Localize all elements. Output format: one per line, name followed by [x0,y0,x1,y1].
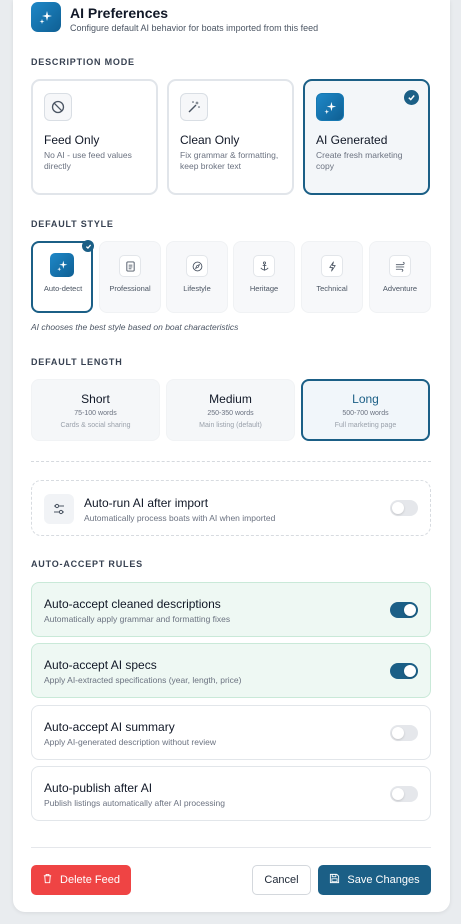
style-hint: AI chooses the best style based on boat … [31,322,239,332]
page-title: AI Preferences [70,5,169,21]
default-style-label: DEFAULT STYLE [31,219,114,229]
ai-preferences-panel: AI Preferences Configure default AI beha… [13,0,450,912]
document-icon [119,255,141,277]
cancel-label: Cancel [264,874,299,886]
footer-divider [31,847,431,848]
style-name: Professional [109,284,151,293]
page-subtitle: Configure default AI behavior for boats … [70,23,319,33]
delete-feed-button[interactable]: Delete Feed [31,865,131,895]
mode-desc: Fix grammar & formatting, keep broker te… [180,150,279,171]
auto-run-toggle[interactable] [390,500,418,516]
rule-title: Auto-accept AI summary [44,720,175,734]
mode-card-feed-only[interactable]: Feed Only No AI - use feed values direct… [31,79,158,195]
style-name: Lifestyle [183,284,211,293]
style-name: Adventure [382,284,418,293]
length-words: 250-350 words [207,410,254,417]
auto-run-row: Auto-run AI after import Automatically p… [31,480,431,536]
panel-header: AI Preferences Configure default AI beha… [31,2,441,34]
sparkles-icon [50,253,74,277]
length-words: 500-700 words [342,410,389,417]
delete-feed-label: Delete Feed [60,874,120,886]
mode-desc: Create fresh marketing copy [316,150,403,171]
rule-auto-accept-specs: Auto-accept AI specs Apply AI-extracted … [31,643,431,698]
style-tile-auto-detect[interactable]: Auto-detect [31,240,94,313]
rule-desc: Automatically apply grammar and formatti… [44,614,231,624]
mode-title: Clean Only [180,133,240,147]
length-desc: Main listing (default) [199,422,262,429]
save-icon [329,873,340,887]
rule-toggle[interactable] [390,786,418,802]
compass-icon [186,255,208,277]
length-title: Short [81,392,110,406]
section-divider [31,461,431,462]
style-tile-technical[interactable]: Technical [301,241,363,313]
magic-wand-icon [180,93,208,121]
rule-desc: Apply AI-extracted specifications (year,… [44,675,242,685]
save-changes-button[interactable]: Save Changes [318,865,431,895]
toggle-knob [404,604,416,616]
length-words: 75-100 words [74,410,117,417]
sparkles-icon [31,2,61,32]
sliders-icon [44,494,74,524]
check-icon [404,90,419,105]
auto-run-title: Auto-run AI after import [84,496,209,510]
length-desc: Full marketing page [334,422,397,429]
sparkles-icon [316,93,344,121]
length-card-short[interactable]: Short 75-100 words Cards & social sharin… [31,379,160,441]
toggle-knob [392,502,404,514]
toggle-knob [392,727,404,739]
mode-title: AI Generated [316,133,388,147]
length-title: Medium [209,392,252,406]
rule-auto-publish: Auto-publish after AI Publish listings a… [31,766,431,821]
length-title: Long [352,392,379,406]
wind-icon [389,255,411,277]
rule-title: Auto-accept AI specs [44,658,157,672]
mode-desc: No AI - use feed values directly [44,150,132,171]
rule-auto-accept-summary: Auto-accept AI summary Apply AI-generate… [31,705,431,760]
rule-title: Auto-publish after AI [44,781,153,795]
length-card-long[interactable]: Long 500-700 words Full marketing page [301,379,430,441]
rule-toggle[interactable] [390,663,418,679]
save-changes-label: Save Changes [347,874,420,886]
style-tile-lifestyle[interactable]: Lifestyle [166,241,228,313]
style-name: Auto-detect [43,284,83,293]
style-tile-adventure[interactable]: Adventure [369,241,431,313]
rule-auto-accept-cleaned: Auto-accept cleaned descriptions Automat… [31,582,431,637]
toggle-knob [404,665,416,677]
mode-title: Feed Only [44,133,100,147]
rule-toggle[interactable] [390,725,418,741]
trash-icon [42,873,53,887]
length-desc: Cards & social sharing [60,422,131,429]
rule-desc: Apply AI-generated description without r… [44,737,216,747]
style-tile-professional[interactable]: Professional [99,241,161,313]
mode-card-ai-generated[interactable]: AI Generated Create fresh marketing copy [303,79,430,195]
style-name: Heritage [249,284,279,293]
toggle-knob [392,788,404,800]
style-tile-heritage[interactable]: Heritage [233,241,295,313]
lightning-icon [321,255,343,277]
cancel-button[interactable]: Cancel [252,865,311,895]
default-length-label: DEFAULT LENGTH [31,357,123,367]
rule-desc: Publish listings automatically after AI … [44,798,225,808]
auto-run-desc: Automatically process boats with AI when… [84,513,276,523]
description-mode-label: DESCRIPTION MODE [31,57,135,67]
rule-toggle[interactable] [390,602,418,618]
mode-card-clean-only[interactable]: Clean Only Fix grammar & formatting, kee… [167,79,294,195]
auto-accept-label: AUTO-ACCEPT RULES [31,559,143,569]
check-icon [82,240,94,252]
style-name: Technical [316,284,348,293]
rule-title: Auto-accept cleaned descriptions [44,597,221,611]
length-card-medium[interactable]: Medium 250-350 words Main listing (defau… [166,379,295,441]
anchor-icon [253,255,275,277]
ban-icon [44,93,72,121]
